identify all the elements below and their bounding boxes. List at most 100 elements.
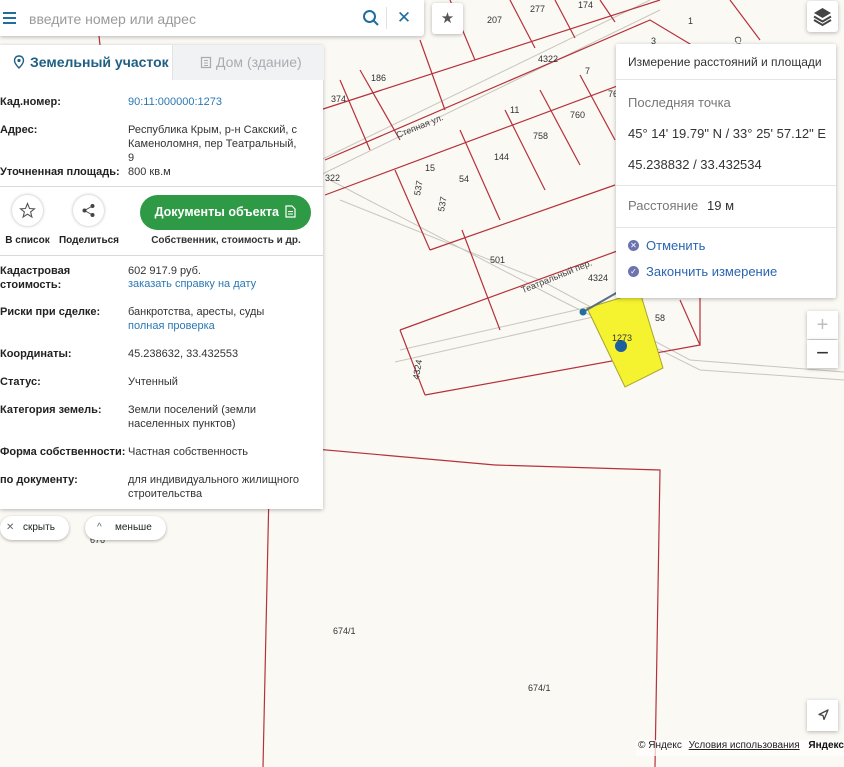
check-icon: ✓ [628,266,639,277]
parcel-label: 58 [655,313,665,323]
hide-panel-label: скрыть [23,522,55,533]
yandex-logo: Яндекс [808,740,844,751]
by-document-label: по документу: [0,474,78,486]
parcel-label: 758 [533,131,548,141]
tab-building-label: Дом (здание) [216,54,302,70]
cad-number-label: Кад.номер: [0,96,61,108]
zoom-in-button[interactable]: + [807,311,838,339]
parcel-label: 54 [459,174,469,184]
collapse-panel-button[interactable]: ^ меньше [85,516,166,540]
layers-button[interactable] [807,1,838,32]
parcel-label: 15 [425,163,435,173]
parcel-label: 4324 [588,273,608,283]
parcel-label: 1 [688,16,693,26]
copyright-text: © Яндекс [638,740,682,751]
land-category-label: Категория земель: [0,404,102,416]
close-icon: ✕ [6,522,15,533]
parcel-label: 322 [325,173,340,183]
chevron-up-icon: ^ [97,522,102,533]
divider [616,227,836,228]
coords-label: Координаты: [0,348,72,360]
object-documents-button[interactable]: Документы объекта [140,195,311,230]
hide-panel-button[interactable]: ✕ скрыть [0,516,69,540]
star-outline-icon [19,202,36,219]
area-label: Уточненная площадь: [0,166,120,178]
address-label: Адрес: [0,124,38,136]
collapse-panel-label: меньше [115,522,152,533]
cad-number-link[interactable]: 90:11:000000:1273 [128,95,318,109]
zoom-in-label: + [816,314,829,336]
cancel-icon: ✕ [628,240,639,251]
building-icon [200,56,212,69]
favorites-star-button[interactable]: ★ [432,3,463,34]
parcel-label: 374 [331,94,346,104]
cancel-measure-button[interactable]: Отменить [646,238,705,253]
map-pin-icon [13,55,25,69]
parcel-label: 674/1 [528,683,551,693]
parcel-label: 11 [510,105,519,115]
address-value: Республика Крым, р-н Сакский, с Каменоло… [128,124,298,164]
cost-value: 602 917.9 руб. [128,265,201,277]
add-to-list-label: В список [5,235,50,246]
risks-label: Риски при сделке: [0,306,101,318]
ownership-label: Форма собственности: [0,446,126,458]
search-bar: ✕ [0,0,424,36]
layers-icon [813,8,832,27]
land-category-value: Земли поселений (земли населенных пункто… [128,404,257,430]
full-check-link[interactable]: полная проверка [128,319,318,333]
measurement-title: Измерение расстояний и площади [628,55,822,69]
share-button[interactable] [73,195,104,226]
document-icon [285,205,297,218]
close-icon[interactable]: ✕ [396,9,412,27]
share-label: Поделиться [58,235,119,246]
ownership-value: Частная собственность [128,446,249,458]
measurement-panel: Измерение расстояний и площади Последняя… [616,44,836,298]
parcel-label: 144 [494,152,509,162]
geolocation-button[interactable] [807,700,838,731]
parcel-label: 186 [371,73,386,83]
finish-measure-button[interactable]: Закончить измерение [646,264,777,279]
area-value: 800 кв.м [128,166,171,178]
divider [616,79,836,80]
last-point-decimal: 45.238832 / 33.432534 [628,157,762,172]
divider [0,186,323,187]
parcel-label: 7 [585,66,590,76]
tab-building[interactable]: Дом (здание) [172,45,324,80]
zoom-out-label: − [816,340,829,365]
object-documents-subtitle: Собственник, стоимость и др. [151,235,301,246]
parcel-label: 174 [578,0,593,10]
risks-value: банкротства, аресты, суды [128,306,265,318]
info-tabs: Земельный участок Дом (здание) [0,45,324,80]
order-certificate-link[interactable]: заказать справку на дату [128,277,318,291]
parcel-label: 760 [570,110,585,120]
tab-land-label: Земельный участок [30,54,169,70]
status-value: Учтенный [128,376,178,388]
parcel-label: 501 [490,255,505,265]
measure-start-point[interactable] [579,308,587,316]
distance-label: Расстояние [628,198,699,213]
coords-value: 45.238632, 33.432553 [128,348,239,360]
parcel-label: 207 [487,15,502,25]
add-to-list-button[interactable] [12,195,43,226]
object-documents-label: Документы объекта [154,205,279,219]
navigation-arrow-icon [818,709,829,721]
search-separator [386,7,387,29]
search-icon[interactable] [362,9,380,27]
menu-icon[interactable] [0,0,20,36]
last-point-dms: 45° 14' 19.79" N / 33° 25' 57.12" E [628,126,827,141]
search-input[interactable] [27,6,331,32]
tab-land-plot[interactable]: Земельный участок [0,45,172,80]
terms-link[interactable]: Условия использования [689,740,800,751]
divider [616,185,836,186]
share-icon [82,204,95,217]
parcel-label: 277 [530,4,545,14]
last-point-label: Последняя точка [628,95,731,110]
parcel-info-panel: Земельный участок Дом (здание) Кад.номер… [0,45,324,509]
cost-label: Кадастровая стоимость: [0,265,71,291]
zoom-out-button[interactable]: − [807,340,838,368]
divider [0,255,323,256]
distance-value: 19 м [707,198,735,213]
parcel-label: 4322 [538,54,558,64]
status-label: Статус: [0,376,41,388]
parcel-label: 1273 [612,333,632,343]
